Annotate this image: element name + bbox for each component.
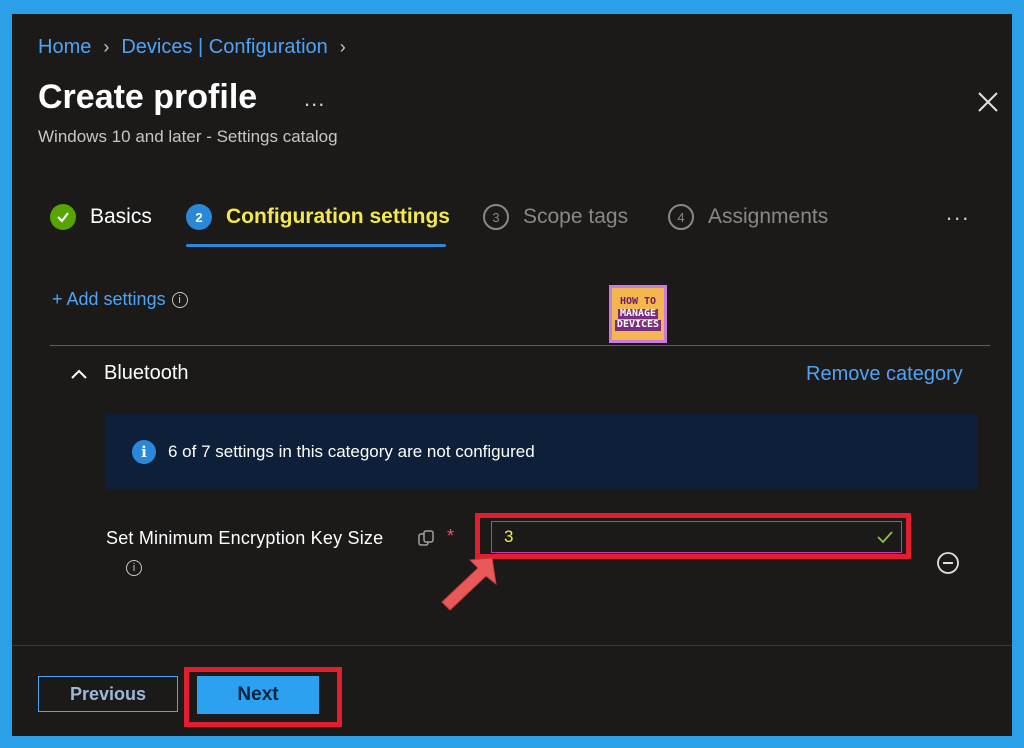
wizard-steps: Basics 2 Configuration settings 3 Scope … bbox=[50, 200, 990, 247]
step-label: Scope tags bbox=[523, 205, 629, 228]
copy-icon[interactable] bbox=[416, 528, 436, 548]
previous-button[interactable]: Previous bbox=[38, 676, 178, 712]
remove-category-link[interactable]: Remove category bbox=[806, 363, 963, 386]
add-settings-link[interactable]: + Add settings i bbox=[52, 289, 188, 310]
step-number: 4 bbox=[668, 204, 694, 230]
info-icon[interactable]: i bbox=[171, 291, 188, 308]
more-options-icon[interactable]: ... bbox=[304, 86, 325, 112]
step-label: Configuration settings bbox=[226, 205, 450, 228]
setting-label: Set Minimum Encryption Key Size bbox=[106, 528, 384, 548]
logo-line: HOW TO bbox=[619, 296, 657, 308]
chevron-right-icon: › bbox=[339, 37, 346, 57]
footer-divider bbox=[12, 645, 1012, 646]
step-basics[interactable]: Basics bbox=[50, 204, 152, 230]
info-icon[interactable]: i bbox=[126, 560, 142, 576]
breadcrumb-devices-configuration[interactable]: Devices | Configuration bbox=[121, 36, 327, 59]
step-number: 2 bbox=[186, 204, 212, 230]
encryption-key-size-input[interactable] bbox=[491, 521, 902, 553]
logo-line: DEVICES bbox=[614, 319, 662, 331]
divider bbox=[50, 345, 990, 346]
step-assignments[interactable]: 4 Assignments bbox=[668, 204, 828, 230]
current-step-indicator bbox=[186, 244, 446, 247]
chevron-up-icon bbox=[71, 369, 87, 379]
page-title: Create profile bbox=[38, 78, 258, 116]
info-message-text: 6 of 7 settings in this category are not… bbox=[168, 442, 535, 461]
logo-line: MANAGE bbox=[617, 307, 659, 320]
info-icon: i bbox=[132, 440, 156, 464]
step-label: Assignments bbox=[708, 205, 829, 228]
step-configuration-settings[interactable]: 2 Configuration settings bbox=[186, 204, 450, 230]
close-icon[interactable] bbox=[976, 90, 1000, 114]
page-subtitle: Windows 10 and later - Settings catalog bbox=[38, 127, 338, 146]
chevron-right-icon: › bbox=[103, 37, 110, 57]
arrow-pointer-icon bbox=[441, 557, 497, 611]
required-indicator: * bbox=[447, 526, 455, 546]
breadcrumb-home[interactable]: Home bbox=[38, 36, 91, 59]
step-scope-tags[interactable]: 3 Scope tags bbox=[483, 204, 628, 230]
checkmark-icon bbox=[50, 204, 76, 230]
remove-setting-icon[interactable] bbox=[936, 551, 960, 575]
category-name: Bluetooth bbox=[104, 362, 189, 384]
howto-manage-devices-logo: HOW TO MANAGE DEVICES bbox=[609, 285, 667, 343]
create-profile-blade: Home › Devices | Configuration › Create … bbox=[12, 14, 1012, 736]
steps-more-icon[interactable]: ... bbox=[946, 200, 970, 226]
step-number: 3 bbox=[483, 204, 509, 230]
valid-check-icon bbox=[877, 531, 893, 544]
info-message-bar: i 6 of 7 settings in this category are n… bbox=[106, 414, 977, 490]
add-settings-label: + Add settings bbox=[52, 289, 166, 309]
next-button[interactable]: Next bbox=[197, 676, 319, 714]
category-header-bluetooth[interactable]: Bluetooth bbox=[70, 362, 189, 385]
breadcrumb: Home › Devices | Configuration › bbox=[38, 36, 358, 59]
step-label: Basics bbox=[90, 205, 152, 228]
